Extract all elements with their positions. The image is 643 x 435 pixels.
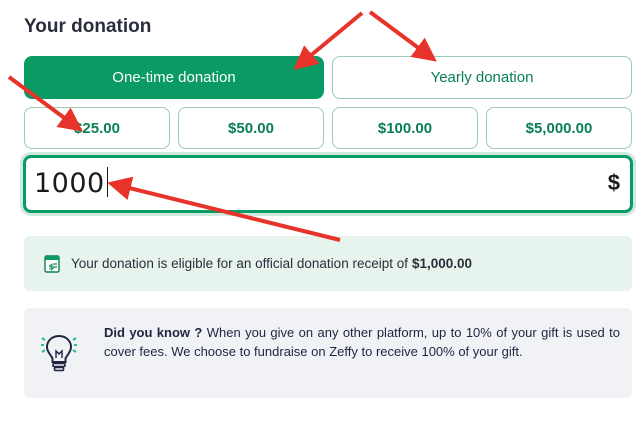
currency-symbol: $ bbox=[607, 170, 620, 195]
amount-button-50[interactable]: $50.00 bbox=[178, 107, 324, 149]
custom-amount-field[interactable]: 1000 $ bbox=[23, 155, 633, 213]
yearly-donation-button[interactable]: Yearly donation bbox=[332, 56, 632, 99]
one-time-donation-button[interactable]: One-time donation bbox=[24, 56, 324, 99]
amount-button-100[interactable]: $100.00 bbox=[332, 107, 478, 149]
frequency-selector: One-time donation Yearly donation bbox=[24, 56, 632, 99]
did-you-know-box: Did you know ? When you give on any othe… bbox=[24, 308, 632, 398]
text-cursor bbox=[106, 167, 109, 197]
amount-button-25[interactable]: $25.00 bbox=[24, 107, 170, 149]
receipt-notice-text: Your donation is eligible for an officia… bbox=[71, 256, 408, 271]
lightbulb-icon bbox=[41, 334, 77, 372]
did-you-know-heading: Did you know ? bbox=[104, 325, 203, 340]
receipt-amount: $1,000.00 bbox=[411, 256, 473, 271]
section-title: Your donation bbox=[24, 16, 152, 37]
custom-amount-value[interactable]: 1000 bbox=[34, 167, 109, 199]
amount-button-5000[interactable]: $5,000.00 bbox=[486, 107, 632, 149]
arrow-to-yearly bbox=[368, 10, 437, 62]
receipt-icon: $ bbox=[44, 254, 60, 273]
preset-amounts: $25.00 $50.00 $100.00 $5,000.00 bbox=[24, 107, 632, 149]
did-you-know-text: Did you know ? When you give on any othe… bbox=[104, 323, 620, 361]
receipt-notice: $ Your donation is eligible for an offic… bbox=[24, 236, 632, 291]
